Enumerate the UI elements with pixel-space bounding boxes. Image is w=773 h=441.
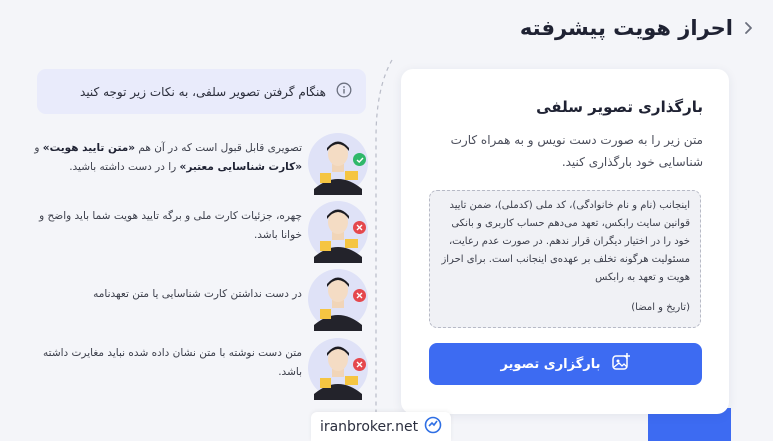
card-description: متن زیر را به صورت دست نویس و به همراه ک…	[450, 133, 703, 169]
chevron-right-icon[interactable]	[737, 16, 761, 40]
statement-text: اینجانب (نام و نام خانوادگی)، کد ملی (کد…	[441, 200, 690, 283]
guideline-item: چهره، جزئیات کارت ملی و برگه تایید هویت …	[20, 199, 370, 263]
upload-card: بارگذاری تصویر سلفی متن زیر را به صورت د…	[401, 69, 729, 414]
guideline-text: چهره، جزئیات کارت ملی و برگه تایید هویت …	[39, 210, 302, 241]
signature-line: (تاریخ و امضا)	[631, 302, 690, 313]
watermark-text: iranbroker.net	[319, 418, 419, 435]
guideline-text: متن دست نوشته با متن نشان داده شده نباید…	[43, 347, 302, 378]
upload-button-label: بارگزاری تصویر	[500, 356, 601, 372]
close-icon	[353, 221, 366, 234]
tip-banner: هنگام گرفتن تصویر سلفی، به نکات زیر توجه…	[37, 69, 366, 114]
dashed-divider	[375, 59, 393, 418]
guideline-item: در دست نداشتن کارت شناسایی یا متن تعهدنا…	[20, 267, 370, 331]
close-icon	[353, 289, 366, 302]
tip-text: هنگام گرفتن تصویر سلفی، به نکات زیر توجه…	[80, 84, 326, 99]
guideline-text: در دست نداشتن کارت شناسایی یا متن تعهدنا…	[93, 288, 302, 300]
check-icon	[353, 153, 366, 166]
page-header: احراز هویت پیشرفته	[433, 10, 752, 46]
commitment-statement: اینجانب (نام و نام خانوادگی)، کد ملی (کد…	[429, 190, 701, 328]
watermark: iranbroker.net	[311, 412, 451, 441]
card-title: بارگذاری تصویر سلفی	[536, 98, 703, 116]
guideline-text-part: و	[34, 142, 43, 154]
guideline-text-part: را در دست داشته باشید.	[69, 161, 180, 173]
guideline-text-part: تصویری قابل قبول است که در آن هم	[135, 142, 302, 154]
guideline-emphasis: «کارت شناسایی معتبر»	[179, 161, 302, 173]
image-add-icon	[611, 352, 631, 376]
guideline-text: تصویری قابل قبول است که در آن هم «متن تا…	[27, 139, 302, 177]
close-icon	[353, 358, 366, 371]
guideline-emphasis: «متن تایید هویت»	[42, 142, 136, 154]
info-icon	[336, 82, 352, 102]
page-title: احراز هویت پیشرفته	[519, 16, 733, 40]
guideline-item: متن دست نوشته با متن نشان داده شده نباید…	[20, 336, 370, 400]
guideline-item: تصویری قابل قبول است که در آن هم «متن تا…	[20, 131, 370, 195]
brand-logo-icon	[424, 416, 442, 438]
upload-image-button[interactable]: بارگزاری تصویر	[429, 343, 702, 385]
